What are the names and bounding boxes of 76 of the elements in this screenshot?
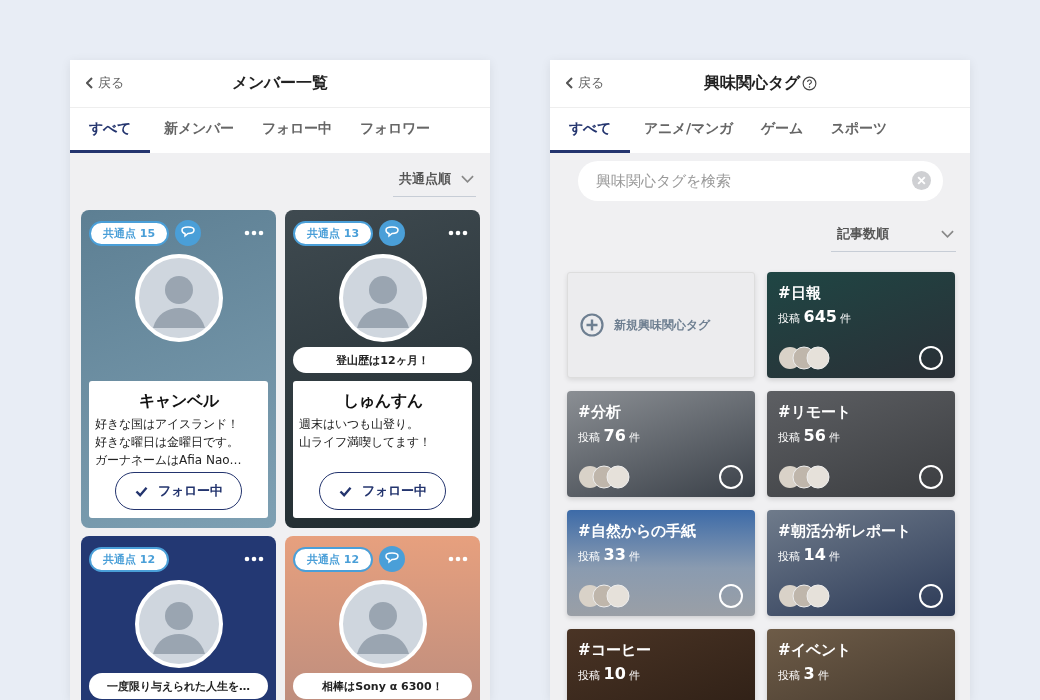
speech-bubble: 一度限り与えられた人生を… — [89, 673, 268, 699]
tab[interactable]: 新メンバー — [150, 108, 248, 153]
tag-card[interactable]: #イベント 投稿 3 件 — [767, 629, 955, 700]
add-icon — [580, 313, 604, 337]
screen-title: 興味関心タグ — [703, 73, 800, 94]
tab[interactable]: すべて — [550, 108, 630, 153]
tag-card[interactable]: #日報 投稿 645 件 — [767, 272, 955, 378]
screen-title: メンバー一覧 — [232, 73, 328, 94]
bio-line: 好きな曜日は金曜日です。 — [95, 434, 240, 451]
tag-name: #日報 — [778, 284, 822, 303]
tag-card[interactable]: #朝活分析レポート 投稿 14 件 — [767, 510, 955, 616]
post-count: 投稿 76 件 — [578, 426, 642, 445]
new-tag-button[interactable]: 新規興味関心タグ — [567, 272, 755, 378]
back-button[interactable]: 戻る — [566, 74, 604, 92]
bio-line: 週末はいつも山登り。 — [299, 416, 420, 433]
more-icon[interactable] — [448, 230, 468, 236]
select-radio[interactable] — [919, 584, 943, 608]
avatar-icon — [338, 254, 427, 342]
post-count: 投稿 14 件 — [778, 545, 842, 564]
select-radio[interactable] — [919, 465, 943, 489]
more-icon[interactable] — [244, 556, 264, 562]
select-radio[interactable] — [919, 346, 943, 370]
sort-dropdown[interactable]: 共通点順 — [393, 170, 476, 197]
select-radio[interactable] — [719, 465, 743, 489]
avatar-icon — [338, 580, 427, 668]
tag-name: #コーヒー — [578, 641, 652, 660]
common-points-badge: 共通点 12 — [293, 546, 374, 572]
tab[interactable]: スポーツ — [817, 108, 902, 153]
back-button[interactable]: 戻る — [86, 74, 124, 92]
common-points-badge: 共通点 12 — [89, 546, 170, 572]
tag-card[interactable]: #自然からの手紙 投稿 33 件 — [567, 510, 755, 616]
follow-button[interactable]: フォロー中 — [319, 472, 446, 510]
common-points-badge: 共通点 13 — [293, 220, 374, 246]
tag-name: #イベント — [778, 641, 852, 660]
member-card[interactable]: 共通点 13 登山歴は12ヶ月！ しゅんすん 週末はいつも山登り。 山ライフ満喫してます！ フォロー中 — [285, 210, 480, 528]
chat-icon[interactable] — [379, 220, 406, 246]
post-count: 投稿 33 件 — [578, 545, 642, 564]
tag-card[interactable]: #分析 投稿 76 件 — [567, 391, 755, 497]
search-field[interactable]: 興味関心タグを検索 — [578, 161, 943, 201]
member-name: キャンベル — [137, 391, 220, 412]
sort-dropdown[interactable]: 記事数順 — [831, 225, 956, 252]
bio-line: 好きな国はアイスランド！ — [95, 416, 240, 433]
tag-name: #自然からの手紙 — [578, 522, 697, 541]
tab[interactable]: アニメ/マンガ — [630, 108, 748, 153]
post-count: 投稿 10 件 — [578, 664, 642, 683]
bio-line: 山ライフ満喫してます！ — [299, 434, 432, 451]
tab[interactable]: ゲーム — [747, 108, 818, 153]
speech-bubble: 相棒はSony α 6300！ — [293, 673, 472, 699]
tab[interactable]: フォロー中 — [248, 108, 346, 153]
follow-button[interactable]: フォロー中 — [115, 472, 242, 510]
help-icon[interactable] — [801, 76, 817, 91]
member-card[interactable]: 共通点 15 キャンベル 好きな国はアイスランド！ 好きな曜日は金曜日です。 ガーナネームはAfia Nao… フォロー中 — [81, 210, 276, 528]
avatar-icon — [134, 254, 223, 342]
tag-card[interactable]: #コーヒー 投稿 10 件 — [567, 629, 755, 700]
post-count: 投稿 56 件 — [778, 426, 842, 445]
post-count: 投稿 645 件 — [778, 307, 853, 326]
tag-name: #リモート — [778, 403, 852, 422]
post-count: 投稿 3 件 — [778, 664, 831, 683]
select-radio[interactable] — [719, 584, 743, 608]
chevron-left-icon — [86, 77, 94, 89]
common-points-badge: 共通点 15 — [89, 220, 170, 246]
bio-line: ガーナネームはAfia Nao… — [95, 452, 243, 469]
tab[interactable]: すべて — [70, 108, 150, 153]
checkmark-icon — [134, 485, 148, 497]
member-name: しゅんすん — [341, 391, 424, 412]
chevron-left-icon — [566, 77, 574, 89]
tab[interactable]: フォロワー — [346, 108, 444, 153]
checkmark-icon — [338, 485, 352, 497]
tag-name: #分析 — [578, 403, 622, 422]
speech-bubble: 登山歴は12ヶ月！ — [293, 347, 472, 373]
chevron-down-icon — [941, 230, 954, 238]
chevron-down-icon — [461, 175, 474, 183]
tag-card[interactable]: #リモート 投稿 56 件 — [767, 391, 955, 497]
member-card[interactable]: 共通点 12 一度限り与えられた人生を… — [81, 536, 276, 700]
avatar-icon — [134, 580, 223, 668]
tag-name: #朝活分析レポート — [778, 522, 912, 541]
